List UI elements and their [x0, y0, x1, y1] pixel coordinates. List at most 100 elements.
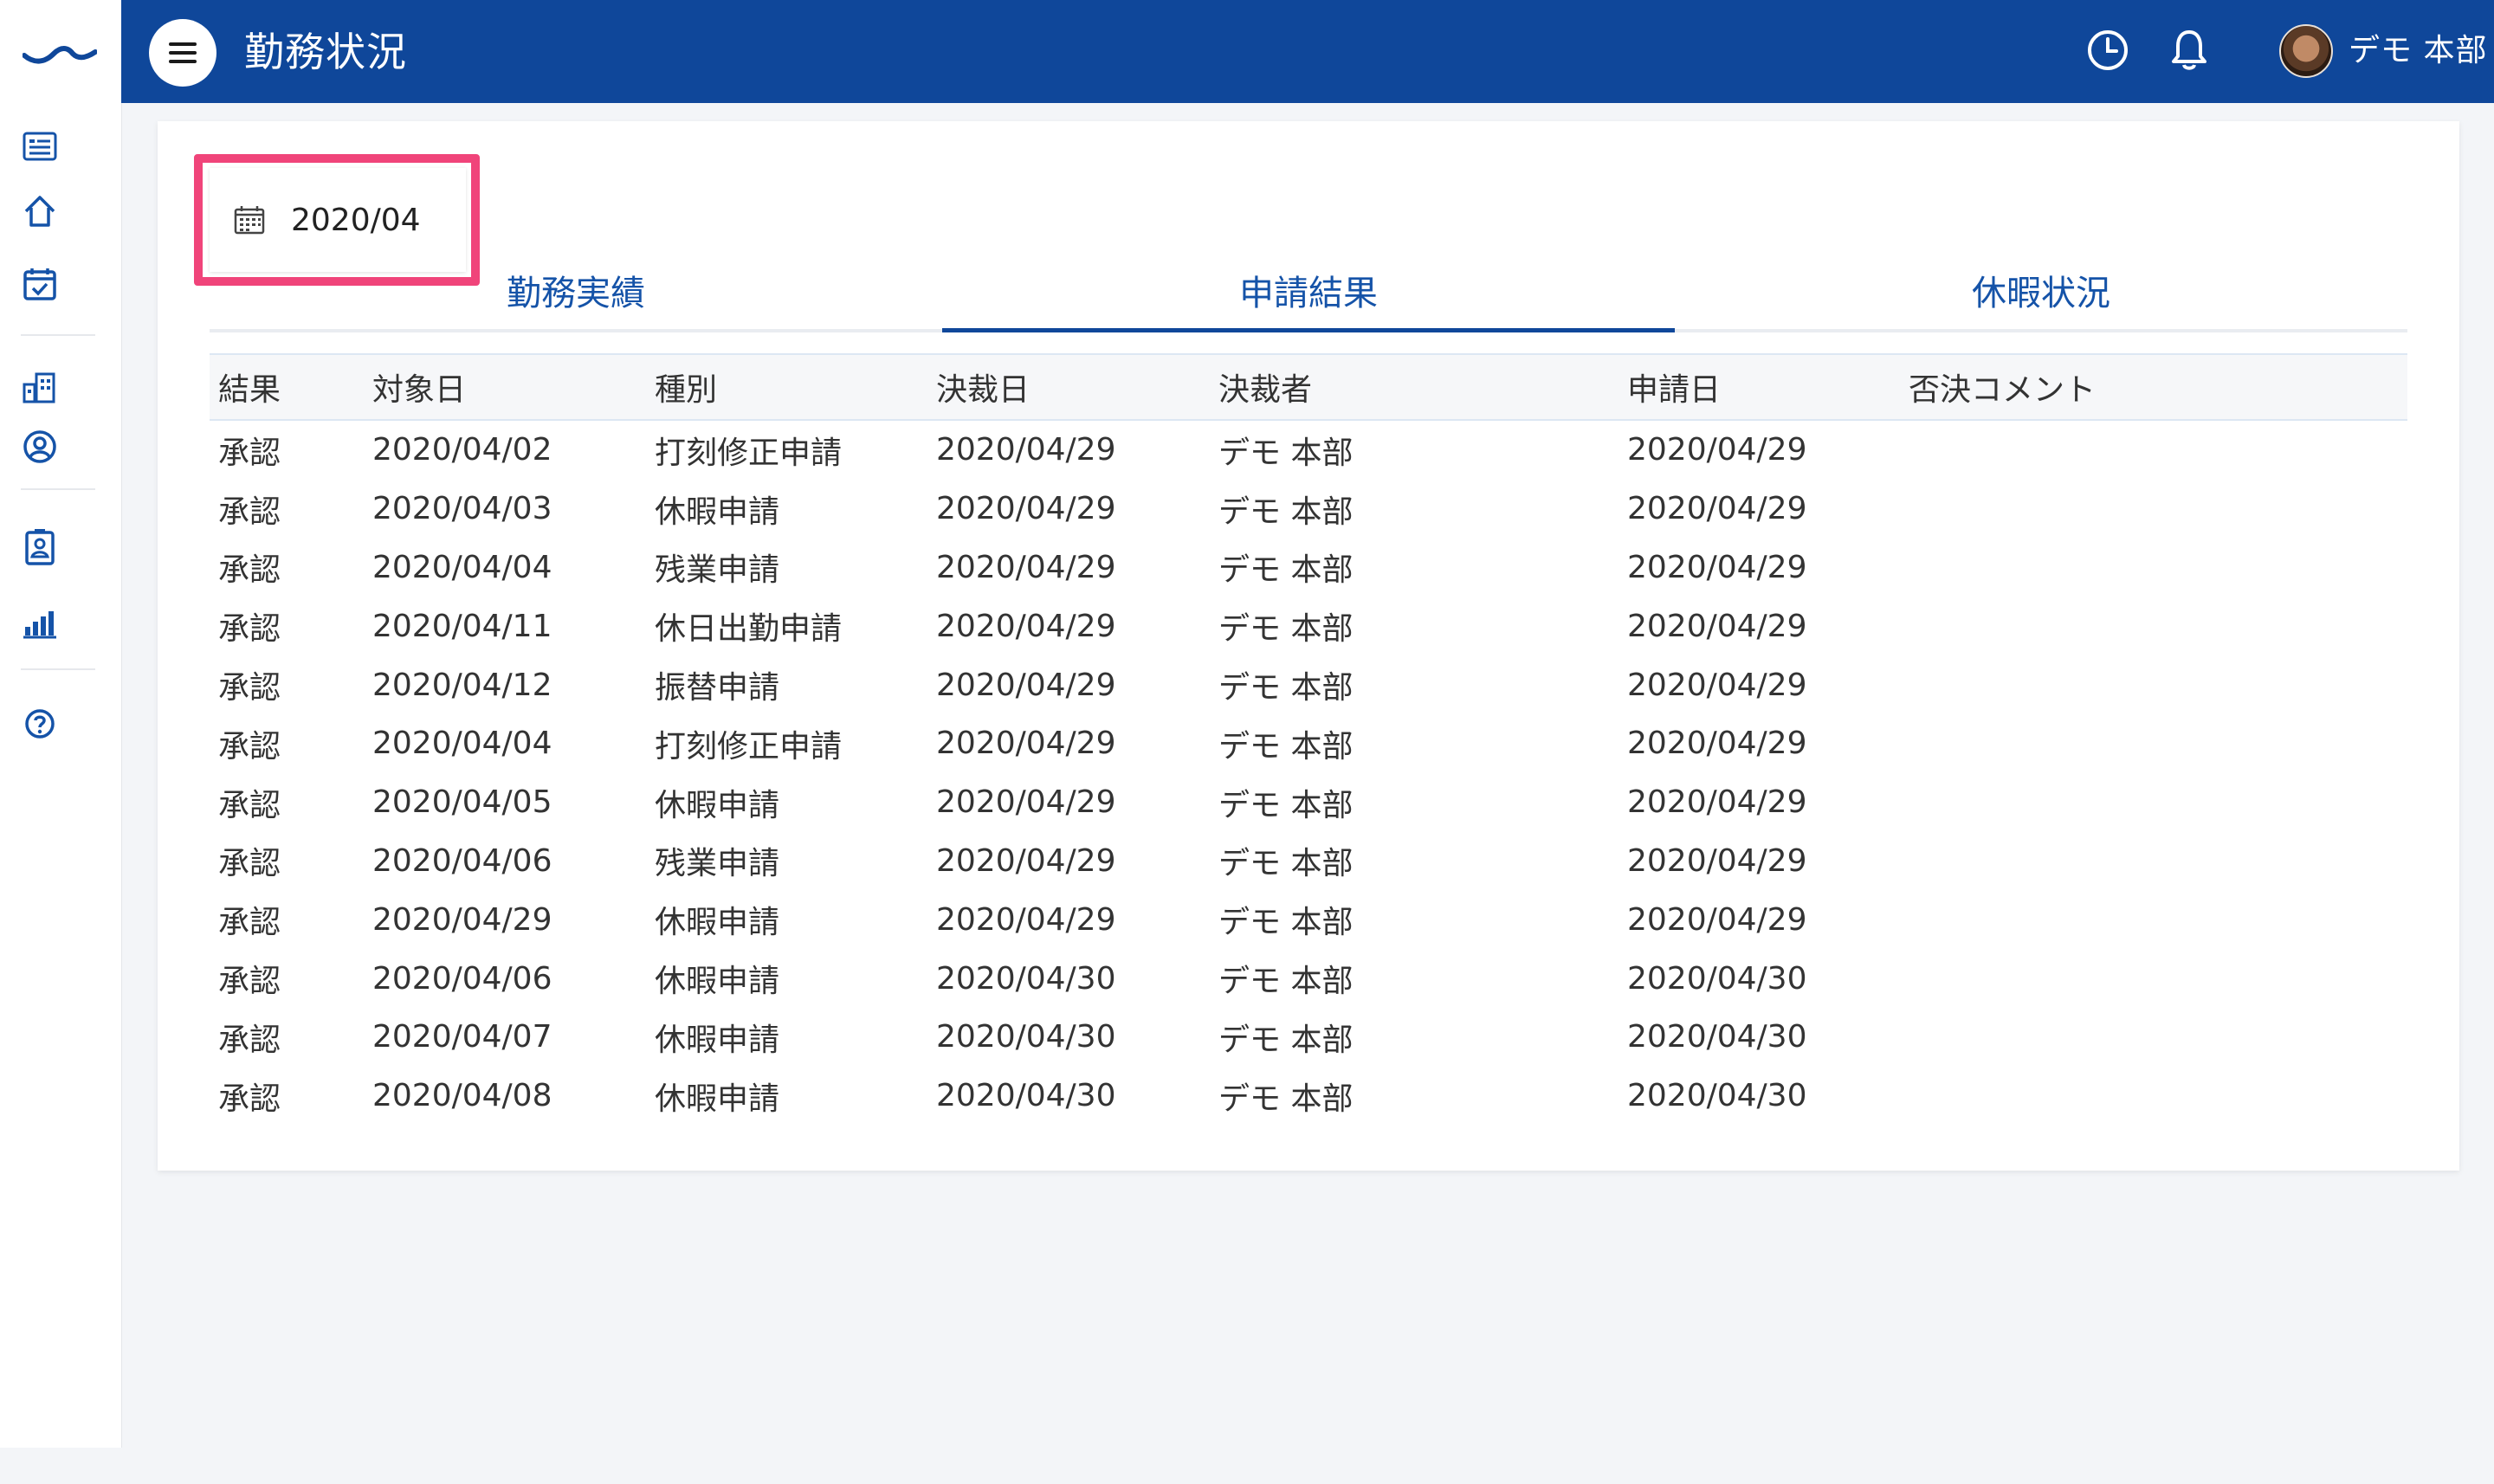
clock-icon[interactable] — [2084, 26, 2132, 74]
type-cell: 休暇申請 — [655, 494, 780, 530]
table-row[interactable]: 承認 2020/04/12 振替申請 2020/04/29 デモ 本部 2020/04/2… — [210, 655, 2407, 714]
tab-leave-status[interactable]: 休暇状況 — [1675, 251, 2407, 329]
type-cell: 残業申請 — [655, 552, 780, 589]
approver-cell: デモ 本部 — [1218, 435, 1354, 471]
column-header-type[interactable]: 種別 — [646, 354, 927, 420]
tab-work-record[interactable]: 勤務実績 — [210, 251, 942, 329]
calendar-check-icon[interactable] — [21, 265, 59, 303]
target-date-cell: 2020/04/02 — [372, 432, 552, 468]
target-date-cell: 2020/04/03 — [372, 491, 552, 527]
id-badge-icon[interactable] — [21, 528, 59, 566]
approver-cell: デモ 本部 — [1218, 905, 1354, 941]
table-row[interactable]: 承認 2020/04/05 休暇申請 2020/04/29 デモ 本部 2020/04/2… — [210, 773, 2407, 832]
application-date-cell: 2020/04/29 — [1627, 608, 1807, 644]
result-cell: 承認 — [218, 728, 281, 765]
approver-cell: デモ 本部 — [1218, 494, 1354, 530]
table-header-row: 結果 対象日 種別 決裁日 決裁者 申請日 否決コメント — [210, 354, 2407, 420]
decision-date-cell: 2020/04/29 — [936, 901, 1116, 938]
decision-date-cell: 2020/04/29 — [936, 726, 1116, 762]
type-cell: 休暇申請 — [655, 964, 780, 1000]
page-title: 勤務状況 — [244, 29, 407, 75]
table-row[interactable]: 承認 2020/04/07 休暇申請 2020/04/30 デモ 本部 2020/04/3… — [210, 1008, 2407, 1067]
target-date-cell: 2020/04/04 — [372, 726, 552, 762]
type-cell: 残業申請 — [655, 846, 780, 882]
decision-date-cell: 2020/04/29 — [936, 784, 1116, 821]
target-date-cell: 2020/04/06 — [372, 842, 552, 879]
result-cell: 承認 — [218, 905, 281, 941]
approver-cell: デモ 本部 — [1218, 1022, 1354, 1058]
rejection-comment-cell — [1900, 949, 2407, 1008]
target-date-cell: 2020/04/05 — [372, 784, 552, 821]
tab-application-results[interactable]: 申請結果 — [942, 251, 1675, 332]
decision-date-cell: 2020/04/29 — [936, 842, 1116, 879]
application-date-cell: 2020/04/29 — [1627, 842, 1807, 879]
column-header-result[interactable]: 結果 — [210, 354, 364, 420]
target-date-cell: 2020/04/08 — [372, 1078, 552, 1114]
table-row[interactable]: 承認 2020/04/11 休日出勤申請 2020/04/29 デモ 本部 2020/04… — [210, 597, 2407, 655]
table-row[interactable]: 承認 2020/04/06 休暇申請 2020/04/30 デモ 本部 2020/04/3… — [210, 949, 2407, 1008]
sidebar-separator — [21, 334, 95, 336]
column-header-approver[interactable]: 決裁者 — [1210, 354, 1619, 420]
result-cell: 承認 — [218, 611, 281, 648]
app-header: 勤務状況 デモ 本部 — [121, 0, 2494, 103]
decision-date-cell: 2020/04/30 — [936, 1019, 1116, 1055]
user-name[interactable]: デモ 本部 — [2349, 29, 2487, 73]
column-header-rejection-comment[interactable]: 否決コメント — [1900, 354, 2407, 420]
month-value: 2020/04 — [291, 202, 421, 238]
logo[interactable] — [23, 33, 97, 68]
home-icon[interactable] — [21, 192, 59, 230]
type-cell: 休暇申請 — [655, 905, 780, 941]
application-date-cell: 2020/04/30 — [1627, 1019, 1807, 1055]
bell-icon[interactable] — [2165, 26, 2213, 74]
decision-date-cell: 2020/04/30 — [936, 960, 1116, 997]
column-header-target-date[interactable]: 対象日 — [364, 354, 646, 420]
result-cell: 承認 — [218, 552, 281, 589]
rejection-comment-cell — [1900, 714, 2407, 773]
help-icon[interactable] — [21, 705, 59, 743]
tab-bar: 勤務実績 申請結果 休暇状況 — [210, 251, 2407, 332]
type-cell: 休暇申請 — [655, 1081, 780, 1117]
sidebar — [0, 0, 122, 1448]
target-date-cell: 2020/04/12 — [372, 667, 552, 703]
rejection-comment-cell — [1900, 1008, 2407, 1067]
content-card: 2020/04 勤務実績 申請結果 休暇状況 結果 対象日 種別 決裁日 決裁者… — [158, 121, 2459, 1171]
target-date-cell: 2020/04/04 — [372, 549, 552, 585]
table-row[interactable]: 承認 2020/04/04 残業申請 2020/04/29 デモ 本部 2020/04/2… — [210, 539, 2407, 597]
list-icon[interactable] — [21, 128, 59, 166]
bar-chart-icon[interactable] — [21, 604, 59, 642]
application-date-cell: 2020/04/30 — [1627, 960, 1807, 997]
result-cell: 承認 — [218, 787, 281, 823]
table-row[interactable]: 承認 2020/04/03 休暇申請 2020/04/29 デモ 本部 2020/04/2… — [210, 480, 2407, 539]
table-row[interactable]: 承認 2020/04/06 残業申請 2020/04/29 デモ 本部 2020/04/2… — [210, 832, 2407, 891]
approver-cell: デモ 本部 — [1218, 552, 1354, 589]
approver-cell: デモ 本部 — [1218, 670, 1354, 707]
result-cell: 承認 — [218, 435, 281, 471]
table-row[interactable]: 承認 2020/04/04 打刻修正申請 2020/04/29 デモ 本部 2020/04… — [210, 714, 2407, 773]
rejection-comment-cell — [1900, 420, 2407, 480]
type-cell: 休暇申請 — [655, 787, 780, 823]
decision-date-cell: 2020/04/30 — [936, 1078, 1116, 1114]
rejection-comment-cell — [1900, 1067, 2407, 1126]
results-table: 結果 対象日 種別 決裁日 決裁者 申請日 否決コメント 承認 2020/04/0… — [210, 353, 2407, 1126]
approver-cell: デモ 本部 — [1218, 964, 1354, 1000]
result-cell: 承認 — [218, 494, 281, 530]
rejection-comment-cell — [1900, 890, 2407, 949]
building-icon[interactable] — [21, 369, 59, 407]
avatar[interactable] — [2279, 24, 2333, 78]
target-date-cell: 2020/04/11 — [372, 608, 552, 644]
target-date-cell: 2020/04/07 — [372, 1019, 552, 1055]
table-row[interactable]: 承認 2020/04/02 打刻修正申請 2020/04/29 デモ 本部 2020/04… — [210, 420, 2407, 480]
rejection-comment-cell — [1900, 832, 2407, 891]
column-header-application-date[interactable]: 申請日 — [1619, 354, 1900, 420]
menu-button[interactable] — [149, 19, 216, 87]
application-date-cell: 2020/04/29 — [1627, 901, 1807, 938]
user-circle-icon[interactable] — [21, 428, 59, 466]
table-row[interactable]: 承認 2020/04/08 休暇申請 2020/04/30 デモ 本部 2020/04/3… — [210, 1067, 2407, 1126]
result-cell: 承認 — [218, 1022, 281, 1058]
decision-date-cell: 2020/04/29 — [936, 667, 1116, 703]
column-header-decision-date[interactable]: 決裁日 — [927, 354, 1210, 420]
type-cell: 振替申請 — [655, 670, 780, 707]
approver-cell: デモ 本部 — [1218, 846, 1354, 882]
approver-cell: デモ 本部 — [1218, 611, 1354, 648]
table-row[interactable]: 承認 2020/04/29 休暇申請 2020/04/29 デモ 本部 2020/04/2… — [210, 890, 2407, 949]
